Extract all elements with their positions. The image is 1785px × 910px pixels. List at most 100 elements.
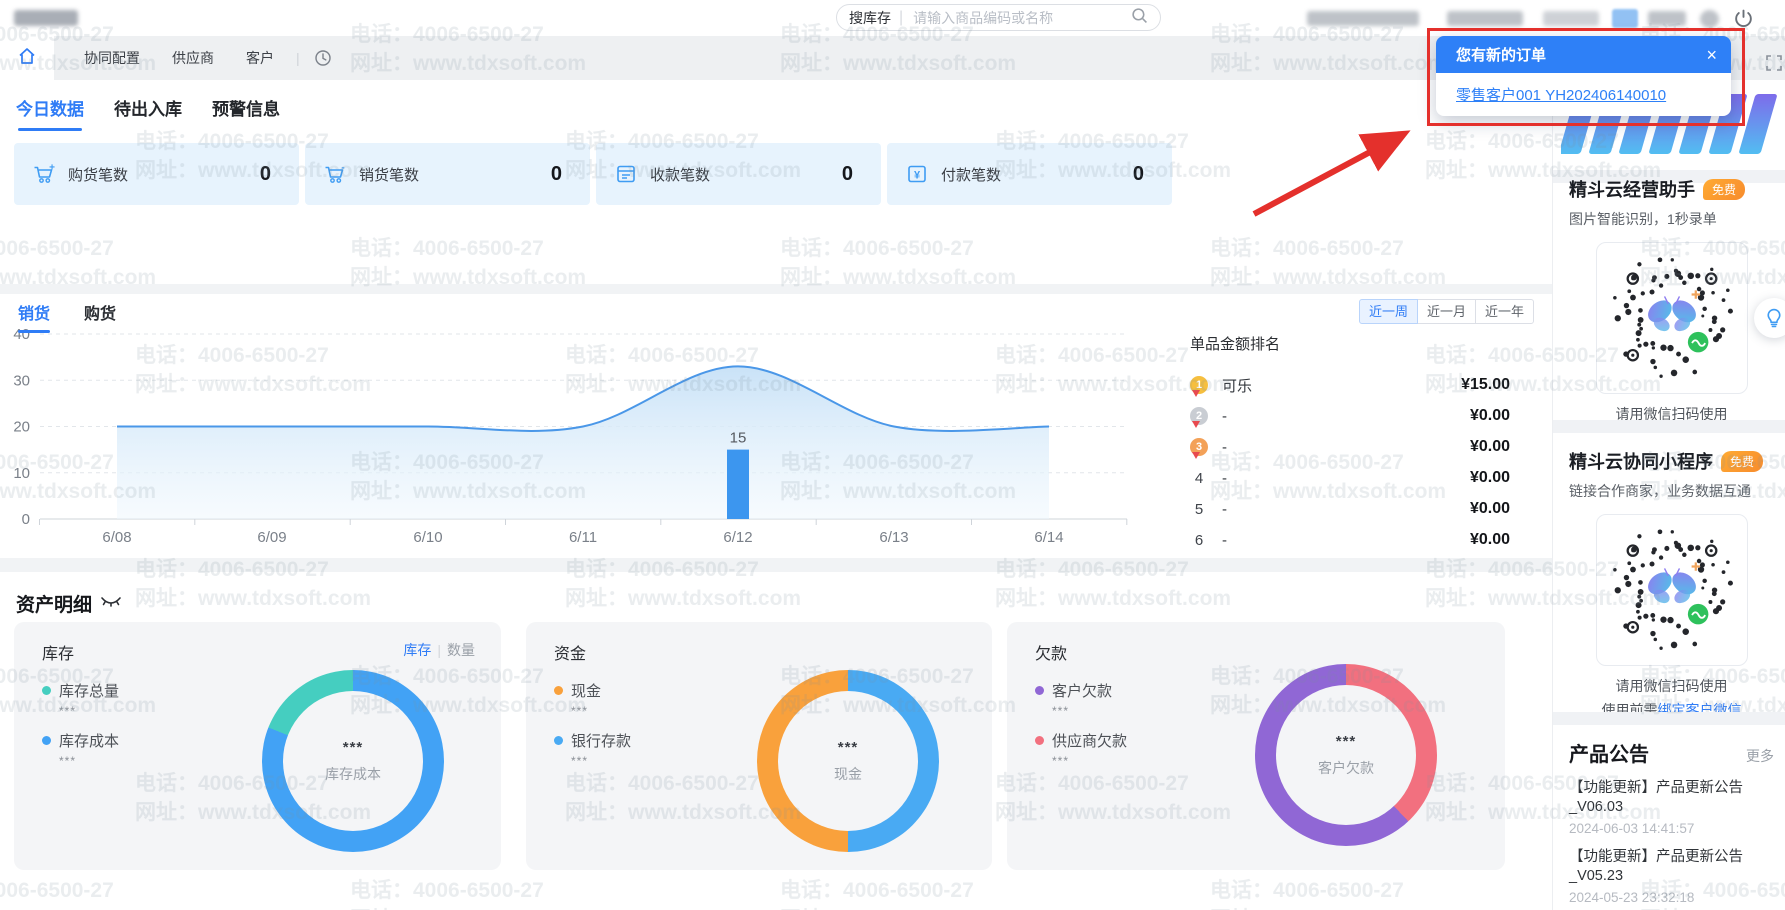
tool-assistant-card: 精斗云经营助手 免费 图片智能识别，1秒录单 请用微信扫码使用 (1569, 176, 1774, 424)
ranking-item-value: ¥0.00 (1470, 500, 1510, 518)
donut-chart-库存: ***库存成本 (262, 670, 444, 852)
range-近一年[interactable]: 近一年 (1475, 299, 1534, 324)
tab-purchase[interactable]: 购货 (84, 300, 116, 324)
stat-label: 收款笔数 (650, 164, 710, 185)
legend-dot (42, 686, 51, 695)
legend: 现金***银行存款*** (554, 680, 631, 780)
qr-code-image (1602, 518, 1742, 663)
search-divider: | (899, 9, 903, 27)
toggle-divider: | (437, 642, 441, 658)
section-divider (0, 558, 1552, 572)
stat-card-销货笔数[interactable]: -销货笔数0 (305, 143, 590, 205)
home-icon (17, 46, 37, 71)
announcement-item[interactable]: 【功能更新】产品更新公告_V06.03 2024-06-03 14:41:57 (1569, 779, 1774, 836)
legend-item: 库存成本*** (42, 730, 119, 768)
svg-text:6/10: 6/10 (413, 529, 442, 546)
inventory-search[interactable]: 搜库存 | (836, 4, 1161, 31)
ranking-item-value: ¥0.00 (1470, 469, 1510, 487)
qr-caption: 请用微信扫码使用 (1569, 676, 1774, 696)
ranking-row-2: 2- ¥0.00 (1190, 401, 1510, 431)
svg-text:-: - (341, 163, 344, 174)
asset-card-欠款: 欠款客户欠款***供应商欠款*** ***客户欠款 (1007, 622, 1505, 870)
close-icon[interactable]: × (1706, 46, 1717, 64)
ranking-item-name: - (1222, 501, 1227, 518)
watermark-text: 电话：4006-6500-27网址：www.tdxsoft.com (1210, 876, 1446, 910)
order-link[interactable]: 零售客户001 YH202406140010 (1456, 84, 1666, 105)
tab-今日数据[interactable]: 今日数据 (16, 95, 84, 120)
right-sidebar: 精斗云经营助手 免费 图片智能识别，1秒录单 请用微信扫码使用 精斗云协同小程序… (1552, 80, 1785, 910)
fullscreen-icon[interactable] (1766, 55, 1782, 71)
ranking-title: 单品金额排名 (1190, 333, 1510, 354)
app-logo (14, 10, 78, 26)
tab-sales[interactable]: 销货 (18, 300, 50, 324)
legend-dot (42, 736, 51, 745)
new-order-popup: 您有新的订单 × 零售客户001 YH202406140010 (1436, 36, 1731, 116)
rank-number: 5 (1190, 501, 1208, 518)
search-scope-label: 搜库存 (849, 8, 891, 28)
gear-icon (1700, 10, 1719, 28)
ranking-item-name: - (1222, 532, 1227, 549)
assets-section-header: 资产明细 (16, 590, 122, 617)
tab-home[interactable] (0, 36, 54, 80)
range-近一周[interactable]: 近一周 (1359, 299, 1418, 324)
ranking-item-value: ¥0.00 (1470, 407, 1510, 425)
announcement-list: 【功能更新】产品更新公告_V06.032024-06-03 14:41:57【功… (1569, 779, 1774, 910)
announcement-time: 2024-05-23 23:32:18 (1569, 890, 1774, 905)
ranking-item-value: ¥0.00 (1470, 531, 1510, 549)
stat-label: 购货笔数 (68, 164, 128, 185)
toggle-库存[interactable]: 库存 (403, 642, 431, 658)
ranking-item-value: ¥15.00 (1461, 376, 1510, 394)
svg-text:6/13: 6/13 (879, 529, 908, 546)
assets-title: 资产明细 (16, 590, 92, 617)
donut-chart-资金: ***现金 (757, 670, 939, 852)
app-root: 电话：4006-6500-27网址：www.tdxsoft.com电话：4006… (0, 0, 1785, 910)
search-input[interactable] (911, 9, 1131, 27)
stat-value: 0 (260, 163, 271, 186)
announcement-title: 【功能更新】产品更新公告_V05.23 (1569, 848, 1774, 886)
search-icon[interactable] (1131, 7, 1148, 29)
announcement-time: 2024-06-03 14:41:57 (1569, 821, 1774, 836)
announcement-title: 【功能更新】产品更新公告_V06.03 (1569, 779, 1774, 817)
tool-subtitle: 链接合作商家，业务数据互通 (1569, 481, 1774, 501)
svg-text:6/09: 6/09 (257, 529, 286, 546)
ranking-row-1: 1可乐¥15.00 (1190, 370, 1510, 400)
dashboard-subtabs: 今日数据 待出入库 预警信息 (16, 95, 280, 120)
redacted-account-item (1307, 11, 1419, 26)
power-logout-icon[interactable] (1733, 8, 1754, 29)
tool-subtitle: 图片智能识别，1秒录单 (1569, 209, 1774, 229)
svg-text:20: 20 (13, 419, 30, 436)
stat-card-收款笔数[interactable]: 收款笔数0 (596, 143, 881, 205)
svg-text:0: 0 (22, 511, 30, 528)
announcement-item[interactable]: 【功能更新】产品更新公告_V05.23 2024-05-23 23:32:18 (1569, 848, 1774, 905)
ranking-item-name: - (1222, 408, 1227, 425)
legend: 客户欠款***供应商欠款*** (1035, 680, 1127, 780)
ranking-row-6: 6-¥0.00 (1190, 525, 1510, 555)
stat-card-购货笔数[interactable]: +购货笔数0 (14, 143, 299, 205)
tool-title: 精斗云协同小程序 (1569, 448, 1713, 474)
asset-card-title: 库存 (42, 640, 74, 664)
svg-text:15: 15 (730, 430, 747, 447)
tab-待出入库[interactable]: 待出入库 (114, 95, 182, 120)
donut-chart-欠款: ***客户欠款 (1255, 664, 1437, 846)
nav-divider: | (296, 50, 300, 66)
legend-dot (1035, 736, 1044, 745)
asset-card-库存: 库存 库存 | 数量库存总量*** 库存成本*** ***库存成本 (14, 622, 501, 870)
hide-values-eye-icon[interactable] (100, 594, 122, 613)
nav-item-协同配置[interactable]: 协同配置 (84, 48, 140, 68)
more-link[interactable]: 更多 (1746, 746, 1774, 766)
range-近一月[interactable]: 近一月 (1417, 299, 1476, 324)
tab-预警信息[interactable]: 预警信息 (212, 95, 280, 120)
nav-item-供应商[interactable]: 供应商 (172, 48, 214, 68)
clock-icon[interactable] (314, 49, 332, 67)
legend-dot (554, 686, 563, 695)
toggle-数量[interactable]: 数量 (447, 642, 475, 658)
range-filter-group: 近一周近一月近一年 (1360, 299, 1534, 324)
ranking-item-name: 可乐 (1222, 375, 1252, 396)
nav-item-客户[interactable]: 客户 (246, 48, 274, 68)
stat-card-付款笔数[interactable]: ¥付款笔数0 (887, 143, 1172, 205)
legend-item: 银行存款*** (554, 730, 631, 768)
ranking-item-value: ¥0.00 (1470, 438, 1510, 456)
legend-item: 库存总量*** (42, 680, 119, 718)
asset-card-title: 欠款 (1035, 640, 1067, 664)
medal-2-icon: 2 (1190, 407, 1208, 425)
